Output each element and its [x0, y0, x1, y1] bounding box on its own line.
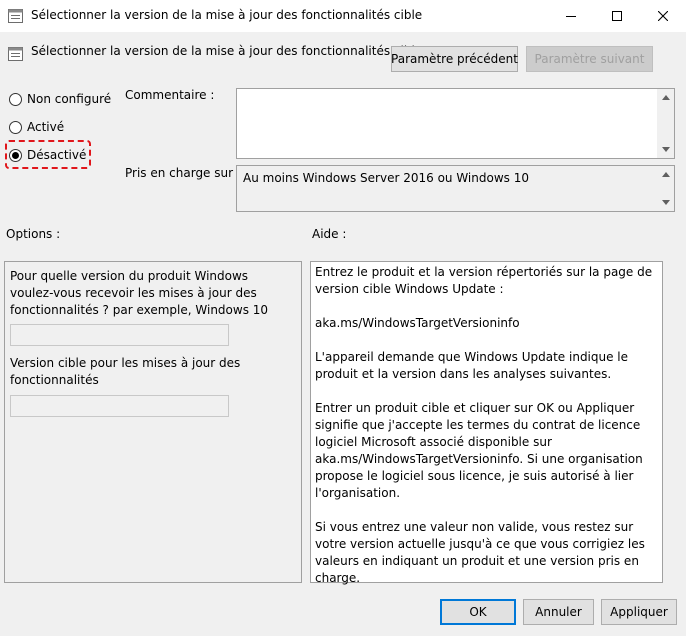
option-question-product: Pour quelle version du produit Windows v… — [10, 269, 269, 317]
minimize-button[interactable] — [548, 0, 594, 31]
policy-settings-icon — [8, 9, 23, 23]
annotation-highlight — [5, 140, 91, 169]
comment-label: Commentaire : — [125, 88, 215, 102]
help-label: Aide : — [312, 227, 347, 241]
scroll-down-arrow[interactable] — [657, 194, 674, 211]
radio-not-configured[interactable]: Non configuré — [9, 92, 111, 106]
policy-settings-icon — [8, 47, 23, 61]
help-paragraph: Entrez le produit et la version répertor… — [315, 265, 653, 296]
help-paragraph: aka.ms/WindowsTargetVersioninfo — [315, 316, 520, 330]
target-version-input[interactable] — [10, 395, 229, 417]
policy-title: Sélectionner la version de la mise à jou… — [31, 44, 423, 58]
scroll-up-arrow[interactable] — [657, 166, 674, 183]
next-setting-button[interactable]: Paramètre suivant — [526, 46, 653, 72]
help-panel: Entrez le produit et la version répertor… — [310, 261, 663, 585]
scrollbar[interactable] — [657, 89, 674, 158]
scrollbar[interactable] — [657, 166, 674, 211]
help-paragraph: Entrer un produit cible et cliquer sur O… — [315, 401, 643, 500]
options-panel: Pour quelle version du produit Windows v… — [4, 261, 302, 583]
comment-textarea[interactable] — [236, 88, 675, 159]
chevron-up-icon — [661, 172, 670, 177]
cancel-button[interactable]: Annuler — [523, 599, 594, 625]
minimize-icon — [566, 15, 576, 17]
ok-button[interactable]: OK — [440, 599, 516, 625]
window-title: Sélectionner la version de la mise à jou… — [31, 8, 423, 22]
close-button[interactable] — [640, 0, 686, 31]
supported-on-value: Au moins Windows Server 2016 ou Windows … — [243, 171, 529, 185]
option-question-target-version: Version cible pour les mises à jour des … — [10, 356, 241, 387]
maximize-button[interactable] — [594, 0, 640, 31]
chevron-down-icon — [661, 147, 670, 152]
apply-button[interactable]: Appliquer — [601, 599, 677, 625]
scroll-down-arrow[interactable] — [657, 141, 674, 158]
product-version-input[interactable] — [10, 324, 229, 346]
chevron-up-icon — [661, 95, 670, 100]
close-icon — [658, 10, 668, 21]
help-paragraph: L'appareil demande que Windows Update in… — [315, 350, 629, 381]
supported-on-label: Pris en charge sur : — [125, 166, 241, 180]
maximize-icon — [612, 10, 622, 21]
options-label: Options : — [6, 227, 61, 241]
radio-enabled[interactable]: Activé — [9, 120, 64, 134]
radio-button[interactable] — [9, 92, 22, 106]
radio-label: Activé — [27, 120, 65, 134]
scroll-up-arrow[interactable] — [657, 89, 674, 106]
radio-button[interactable] — [9, 120, 22, 134]
radio-label: Non configuré — [27, 92, 112, 106]
help-paragraph: Si vous entrez une valeur non valide, vo… — [315, 520, 645, 585]
chevron-down-icon — [661, 200, 670, 205]
previous-setting-button[interactable]: Paramètre précédent — [391, 46, 518, 72]
